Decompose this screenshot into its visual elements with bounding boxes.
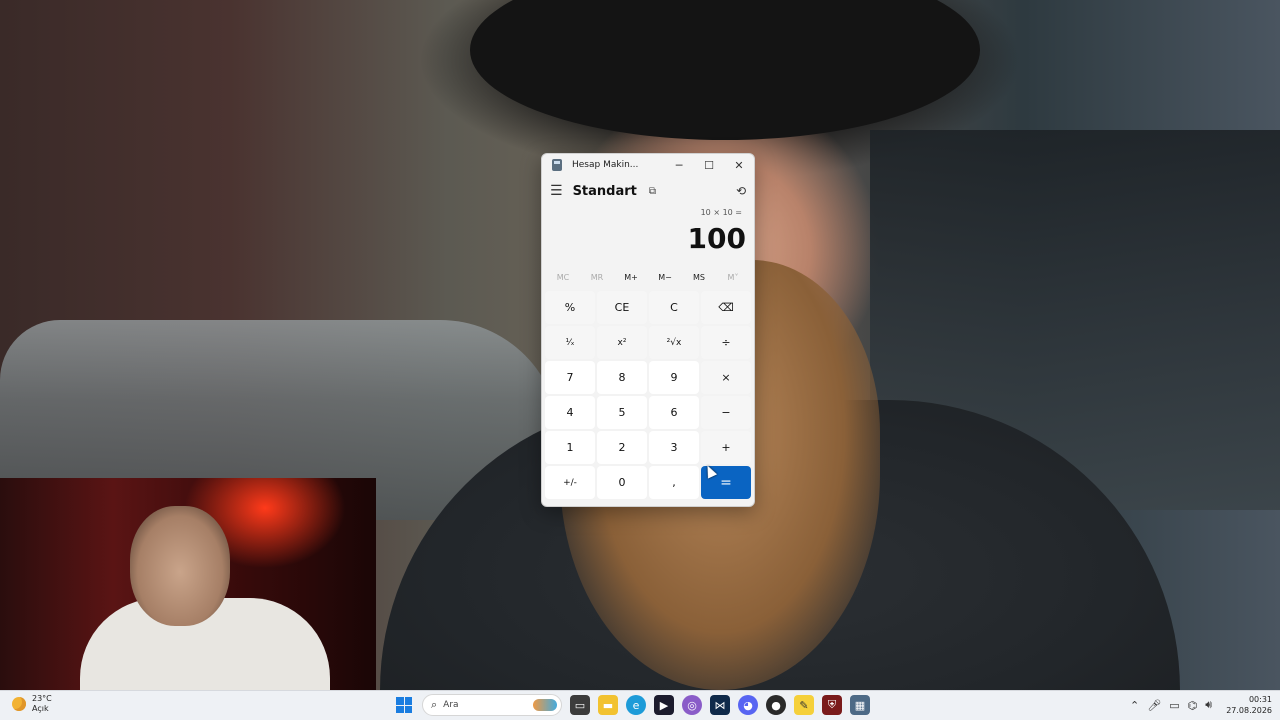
- digit-3-key[interactable]: 3: [649, 431, 699, 464]
- memory-store-button[interactable]: MS: [684, 273, 714, 282]
- system-tray: ⌃ 🎤︎ ▭ ⌬ 🔊︎ 00:31 27.08.2026: [1130, 694, 1272, 716]
- minimize-button[interactable]: ─: [664, 154, 694, 176]
- calculator-window: Hesap Makin... ─ ☐ ✕ ☰ Standart ⧉ ⟲ 10 ×…: [541, 153, 755, 507]
- taskbar-search[interactable]: ⌕ Ara: [422, 694, 562, 716]
- multiply-key[interactable]: ×: [701, 361, 751, 394]
- weather-condition: Açık: [32, 704, 49, 713]
- memory-clear-button[interactable]: MC: [548, 273, 578, 282]
- calculator-taskbar-icon[interactable]: ▦: [850, 695, 870, 715]
- weather-widget[interactable]: 23°C Açık: [12, 694, 52, 714]
- edge-browser-icon[interactable]: e: [626, 695, 646, 715]
- memory-recall-button[interactable]: MR: [582, 273, 612, 282]
- decimal-key[interactable]: ,: [649, 466, 699, 499]
- network-icon[interactable]: ⌬: [1188, 699, 1198, 712]
- tor-browser-icon[interactable]: ◎: [682, 695, 702, 715]
- shield-app-icon[interactable]: ⛨: [822, 695, 842, 715]
- clock-date: 27.08.2026: [1226, 706, 1272, 715]
- weather-temperature: 23°C: [32, 694, 52, 703]
- weather-text-block: 23°C Açık: [32, 694, 52, 714]
- streamer-head: [130, 506, 230, 626]
- digit-4-key[interactable]: 4: [545, 396, 595, 429]
- negate-key[interactable]: +/-: [545, 466, 595, 499]
- keypad: % CE C ⌫ ¹⁄ₓ x² ²√x ÷ 7 8 9 × 4 5 6 − 1 …: [542, 286, 754, 501]
- reciprocal-key[interactable]: ¹⁄ₓ: [545, 326, 595, 359]
- close-button[interactable]: ✕: [724, 154, 754, 176]
- expression-display: 10 × 10 =: [700, 208, 742, 217]
- person-hat: [470, 0, 980, 140]
- start-button[interactable]: [394, 695, 414, 715]
- digit-8-key[interactable]: 8: [597, 361, 647, 394]
- calculator-app-icon: [552, 159, 562, 171]
- search-highlight-icon: [533, 699, 557, 711]
- file-explorer-icon[interactable]: ▬: [598, 695, 618, 715]
- subtract-key[interactable]: −: [701, 396, 751, 429]
- taskbar: 23°C Açık ⌕ Ara ▭ ▬ e ▶ ◎ ⋈ ◕ ● ✎ ⛨ ▦ ⌃ …: [0, 690, 1280, 720]
- add-key[interactable]: +: [701, 431, 751, 464]
- microphone-icon[interactable]: 🎤︎: [1147, 699, 1161, 712]
- title-bar[interactable]: Hesap Makin... ─ ☐ ✕: [542, 154, 754, 176]
- clock[interactable]: 00:31 27.08.2026: [1226, 694, 1272, 716]
- hamburger-menu-icon[interactable]: ☰: [550, 183, 563, 199]
- memory-list-button[interactable]: M˅: [718, 273, 748, 282]
- digit-5-key[interactable]: 5: [597, 396, 647, 429]
- digit-0-key[interactable]: 0: [597, 466, 647, 499]
- digit-6-key[interactable]: 6: [649, 396, 699, 429]
- digit-2-key[interactable]: 2: [597, 431, 647, 464]
- moon-icon: [12, 697, 26, 711]
- discord-icon[interactable]: ◕: [738, 695, 758, 715]
- divide-key[interactable]: ÷: [701, 326, 751, 359]
- keep-on-top-icon[interactable]: ⧉: [649, 186, 656, 197]
- clear-entry-key[interactable]: CE: [597, 291, 647, 324]
- memory-subtract-button[interactable]: M−: [650, 273, 680, 282]
- memory-add-button[interactable]: M+: [616, 273, 646, 282]
- notes-app-icon[interactable]: ✎: [794, 695, 814, 715]
- backspace-key[interactable]: ⌫: [701, 291, 751, 324]
- history-icon[interactable]: ⟲: [736, 184, 746, 198]
- maximize-button[interactable]: ☐: [694, 154, 724, 176]
- square-key[interactable]: x²: [597, 326, 647, 359]
- chevron-up-icon[interactable]: ⌃: [1130, 699, 1139, 712]
- clock-time: 00:31: [1248, 695, 1272, 704]
- digit-9-key[interactable]: 9: [649, 361, 699, 394]
- webcam-overlay: [0, 478, 376, 690]
- digit-7-key[interactable]: 7: [545, 361, 595, 394]
- obs-studio-icon[interactable]: ●: [766, 695, 786, 715]
- clear-key[interactable]: C: [649, 291, 699, 324]
- mode-title: Standart: [572, 183, 637, 199]
- display-icon[interactable]: ▭: [1169, 699, 1179, 712]
- calculator-header: ☰ Standart ⧉ ⟲: [542, 176, 754, 206]
- result-display: 100: [687, 222, 746, 255]
- square-root-key[interactable]: ²√x: [649, 326, 699, 359]
- premiere-app-icon[interactable]: ▶: [654, 695, 674, 715]
- search-placeholder: Ara: [443, 700, 459, 710]
- digit-1-key[interactable]: 1: [545, 431, 595, 464]
- search-icon: ⌕: [431, 698, 438, 711]
- memory-row: MC MR M+ M− MS M˅: [542, 268, 754, 286]
- taskbar-apps: ⌕ Ara ▭ ▬ e ▶ ◎ ⋈ ◕ ● ✎ ⛨ ▦: [394, 694, 870, 716]
- volume-icon[interactable]: 🔊︎: [1205, 698, 1212, 712]
- visual-studio-icon[interactable]: ⋈: [710, 695, 730, 715]
- percent-key[interactable]: %: [545, 291, 595, 324]
- window-title: Hesap Makin...: [572, 160, 639, 170]
- task-view-icon[interactable]: ▭: [570, 695, 590, 715]
